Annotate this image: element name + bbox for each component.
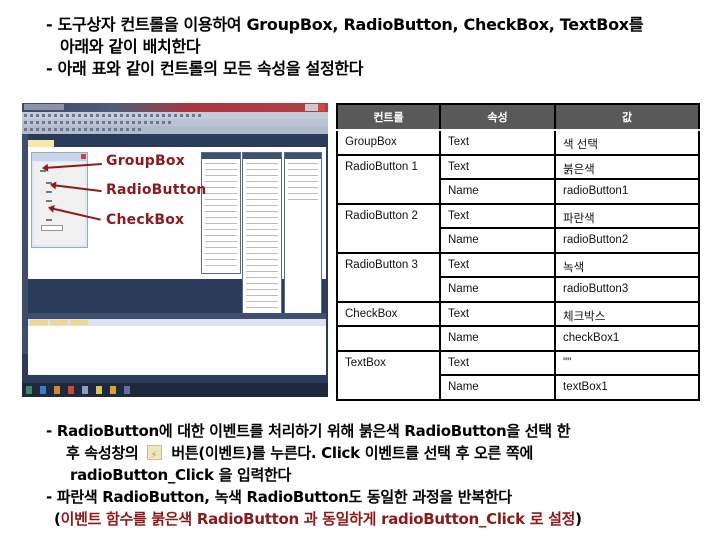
cell-property: Text xyxy=(439,153,556,180)
cell-value: radioButton1 xyxy=(554,178,700,205)
callout-checkbox: CheckBox xyxy=(106,212,185,228)
cell-control: RadioButton 3 xyxy=(336,251,441,303)
window-titlebar xyxy=(22,103,328,112)
cell-value: 붉은색 xyxy=(554,153,700,180)
intro-line: - 아래 표와 같이 컨트롤의 모든 속성을 설정한다 xyxy=(46,59,364,78)
cell-value: 파란색 xyxy=(554,202,700,229)
cell-value: "" xyxy=(554,349,700,376)
visual-studio-screenshot xyxy=(22,103,328,397)
cell-property: Text xyxy=(439,349,556,376)
intro-bullets: - 도구상자 컨트롤을 이용하여 GroupBox, RadioButton, … xyxy=(46,14,716,80)
cell-value: checkBox1 xyxy=(554,325,700,352)
menu-bar xyxy=(22,112,328,119)
cell-control: RadioButton 2 xyxy=(336,202,441,254)
cell-property: Text xyxy=(439,251,556,278)
instruction-text: 후 속성창의 xyxy=(66,444,139,462)
instruction-line: - RadioButton에 대한 이벤트를 처리하기 위해 붉은색 Radio… xyxy=(46,422,571,440)
instruction-line: 후 속성창의 버튼(이벤트)를 누른다. Click 이벤트를 선택 후 오른 … xyxy=(46,442,716,467)
toolbar xyxy=(22,126,328,134)
table-row: CheckBox Text 체크박스 xyxy=(336,300,700,327)
cell-value: textBox1 xyxy=(554,374,700,401)
instruction-line: radioButton_Click 을 입력한다 xyxy=(70,466,292,484)
cell-control: RadioButton 1 xyxy=(336,153,441,205)
instruction-line: - 파란색 RadioButton, 녹색 RadioButton도 동일한 과… xyxy=(46,488,512,506)
table-row: RadioButton 3 Text 녹색 xyxy=(336,251,700,303)
cell-control: TextBox xyxy=(336,349,441,401)
cell-property: Name xyxy=(439,374,556,401)
lightning-bolt-icon xyxy=(147,445,163,467)
cell-property: Name xyxy=(439,325,556,352)
header-property: 속성 xyxy=(439,103,556,131)
instruction-line: (이벤트 함수를 붉은색 RadioButton 과 동일하게 radioBut… xyxy=(46,508,716,530)
callout-radiobutton: RadioButton xyxy=(106,182,207,198)
cell-property: Text xyxy=(439,202,556,229)
properties-panel xyxy=(201,152,241,274)
intro-line: - 도구상자 컨트롤을 이용하여 GroupBox, RadioButton, … xyxy=(46,15,644,34)
table-header-row: 컨트롤 속성 값 xyxy=(336,103,700,131)
cell-property: Name xyxy=(439,227,556,254)
header-value: 값 xyxy=(554,103,700,131)
instruction-bullets: - RadioButton에 대한 이벤트를 처리하기 위해 붉은색 Radio… xyxy=(46,420,716,530)
intro-line: 아래와 같이 배치한다 xyxy=(60,37,201,56)
properties-table: 컨트롤 속성 값 GroupBox Text 색 선택 RadioButton … xyxy=(336,103,700,401)
document-tab xyxy=(28,140,54,147)
callout-groupbox: GroupBox xyxy=(106,153,185,169)
table-row: GroupBox Text 색 선택 xyxy=(336,129,700,156)
table-row: RadioButton 1 Text 붉은색 xyxy=(336,153,700,205)
highlight-text: 이벤트 함수를 붉은색 RadioButton 과 동일하게 radioButt… xyxy=(60,510,576,528)
taskbar xyxy=(22,383,328,397)
cell-value: 녹색 xyxy=(554,251,700,278)
cell-property: Text xyxy=(439,300,556,327)
toolbox-panel xyxy=(242,152,282,322)
cell-control: GroupBox xyxy=(336,129,441,156)
table-row: Name checkBox1 xyxy=(336,325,700,352)
header-control: 컨트롤 xyxy=(336,103,441,131)
cell-property: Name xyxy=(439,178,556,205)
cell-control xyxy=(336,325,441,352)
close-icon xyxy=(318,104,325,111)
cell-value: radioButton3 xyxy=(554,276,700,303)
table-row: RadioButton 2 Text 파란색 xyxy=(336,202,700,254)
cell-value: 체크박스 xyxy=(554,300,700,327)
instruction-text: 버튼(이벤트)를 누른다. Click 이벤트를 선택 후 오른 쪽에 xyxy=(171,444,533,462)
cell-value: radioButton2 xyxy=(554,227,700,254)
cell-control: CheckBox xyxy=(336,300,441,327)
cell-value: 색 선택 xyxy=(554,129,700,156)
paren-close: ) xyxy=(575,510,582,528)
output-panel xyxy=(28,313,326,375)
cell-property: Text xyxy=(439,129,556,156)
table-row: TextBox Text "" xyxy=(336,349,700,401)
window-controls xyxy=(305,104,325,111)
toolbar xyxy=(22,119,328,126)
cell-property: Name xyxy=(439,276,556,303)
